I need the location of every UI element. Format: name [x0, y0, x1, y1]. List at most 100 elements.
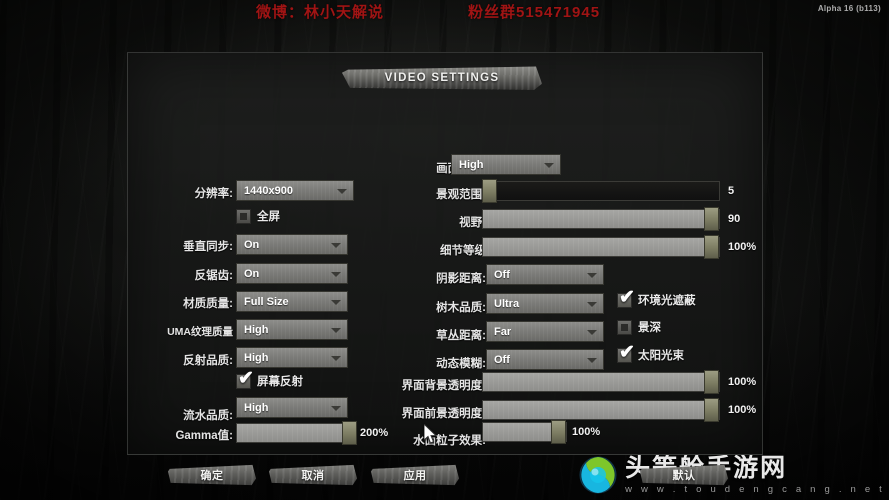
- cancel-button-label: 取消: [301, 470, 325, 482]
- chevron-down-icon: [587, 329, 597, 335]
- slider-view-distance-knob[interactable]: [482, 179, 497, 203]
- dropdown-tree-quality[interactable]: Ultra: [486, 293, 604, 314]
- qq-group-overlay-text: 粉丝群515471945: [468, 4, 601, 21]
- mouse-cursor-icon: [423, 422, 438, 445]
- dropdown-reflection-quality[interactable]: High: [236, 347, 348, 368]
- slider-water-particle-effect-value: 100%: [572, 426, 601, 438]
- chevron-down-icon: [331, 405, 341, 411]
- label-texture-quality: 材质质量:: [183, 298, 233, 310]
- label-ui-background-opacity: 界面背景透明度:: [401, 380, 486, 392]
- slider-view-distance-value: 5: [728, 185, 735, 197]
- slider-view-distance[interactable]: [482, 179, 720, 203]
- label-reflection-quality: 反射品质:: [183, 355, 233, 367]
- slider-water-particle-effect-knob[interactable]: [551, 420, 566, 444]
- check-icon: ✔: [238, 367, 254, 389]
- slider-ui-foreground-opacity-value: 100%: [728, 404, 757, 416]
- dropdown-uma-texture-quality[interactable]: High: [236, 319, 348, 340]
- dropdown-resolution-value: 1440x900: [244, 184, 293, 197]
- checkbox-screen-reflection[interactable]: ✔ 屏幕反射: [236, 369, 303, 389]
- checkbox-ambient-occlusion[interactable]: ✔ 环境光遮蔽: [617, 288, 696, 308]
- dropdown-tree-quality-value: Ultra: [494, 297, 520, 310]
- panel-title-plate: VIDEO SETTINGS: [342, 66, 542, 90]
- checkbox-screen-reflection-label: 屏幕反射: [257, 376, 303, 388]
- dropdown-uma-texture-quality-value: High: [244, 323, 269, 336]
- chevron-down-icon: [587, 272, 597, 278]
- dropdown-reflection-quality-value: High: [244, 351, 269, 364]
- slider-ui-background-opacity-value: 100%: [728, 376, 757, 388]
- label-gamma: Gamma值:: [175, 430, 233, 442]
- slider-field-of-view[interactable]: [482, 207, 720, 231]
- slider-ui-foreground-opacity-knob[interactable]: [704, 398, 719, 422]
- dropdown-shadow-distance-value: Off: [494, 268, 510, 281]
- checkbox-depth-of-field[interactable]: 景深: [617, 319, 661, 335]
- checkbox-fullscreen-box: [236, 208, 251, 224]
- dropdown-texture-quality[interactable]: Full Size: [236, 291, 348, 312]
- checkbox-depth-of-field-label: 景深: [638, 322, 661, 334]
- chevron-down-icon: [331, 327, 341, 333]
- check-icon: ✔: [619, 286, 635, 308]
- checkbox-screen-reflection-box: ✔: [236, 369, 254, 389]
- label-view-distance: 景观范围:: [436, 189, 486, 201]
- checkbox-ambient-occlusion-label: 环境光遮蔽: [638, 295, 696, 307]
- slider-field-of-view-knob[interactable]: [704, 207, 719, 231]
- label-antialiasing: 反锯齿:: [194, 270, 233, 282]
- dropdown-water-quality-value: High: [244, 401, 269, 414]
- checkbox-sun-shafts-box: ✔: [617, 343, 635, 363]
- chevron-down-icon: [331, 242, 341, 248]
- label-shadow-distance: 阴影距离:: [436, 273, 486, 285]
- slider-water-particle-effect[interactable]: [482, 420, 567, 444]
- chevron-down-icon: [544, 162, 554, 168]
- dropdown-resolution[interactable]: 1440x900: [236, 180, 354, 201]
- dropdown-overall-quality[interactable]: High: [451, 154, 561, 175]
- label-vsync: 垂直同步:: [183, 241, 233, 253]
- dropdown-grass-distance[interactable]: Far: [486, 321, 604, 342]
- label-motion-blur: 动态模糊:: [436, 358, 486, 370]
- game-version-label: Alpha 16 (b113): [817, 4, 881, 13]
- label-resolution: 分辨率:: [194, 188, 233, 200]
- slider-gamma[interactable]: [236, 421, 357, 445]
- slider-ui-background-opacity-knob[interactable]: [704, 370, 719, 394]
- slider-ui-background-opacity[interactable]: [482, 370, 720, 394]
- dropdown-shadow-distance[interactable]: Off: [486, 264, 604, 285]
- chevron-down-icon: [587, 301, 597, 307]
- dropdown-vsync-value: On: [244, 238, 260, 251]
- slider-lod-level-value: 100%: [728, 241, 757, 253]
- slider-ui-foreground-opacity[interactable]: [482, 398, 720, 422]
- checkbox-depth-of-field-box: [617, 319, 632, 335]
- slider-field-of-view-fill: [483, 210, 711, 228]
- chevron-down-icon: [331, 271, 341, 277]
- checkbox-sun-shafts[interactable]: ✔ 太阳光束: [617, 343, 684, 363]
- chevron-down-icon: [587, 357, 597, 363]
- label-field-of-view: 视野:: [459, 217, 486, 229]
- slider-water-particle-effect-fill: [483, 423, 558, 441]
- label-tree-quality: 树木品质:: [436, 302, 486, 314]
- check-icon: ✔: [619, 341, 635, 363]
- label-grass-distance: 草丛距离:: [436, 330, 486, 342]
- site-watermark: 头等舱手游网 w w w . t o u d e n g c a n g . n…: [577, 454, 885, 496]
- label-water-quality: 流水品质:: [183, 410, 233, 422]
- dropdown-motion-blur[interactable]: Off: [486, 349, 604, 370]
- label-lod-level: 细节等级: [440, 245, 486, 257]
- slider-gamma-knob[interactable]: [342, 421, 357, 445]
- slider-lod-level-knob[interactable]: [704, 235, 719, 259]
- dropdown-overall-quality-value: High: [459, 158, 484, 171]
- slider-lod-level[interactable]: [482, 235, 720, 259]
- watermark-globe-icon: [577, 454, 619, 496]
- dropdown-antialiasing[interactable]: On: [236, 263, 348, 284]
- checkbox-sun-shafts-label: 太阳光束: [638, 350, 684, 362]
- slider-ui-background-opacity-fill: [483, 373, 711, 391]
- slider-ui-foreground-opacity-fill: [483, 401, 711, 419]
- dropdown-texture-quality-value: Full Size: [244, 295, 289, 308]
- watermark-site-url: w w w . t o u d e n g c a n g . n e t: [625, 483, 885, 495]
- dropdown-water-quality[interactable]: High: [236, 397, 348, 418]
- dropdown-antialiasing-value: On: [244, 267, 260, 280]
- dropdown-motion-blur-value: Off: [494, 353, 510, 366]
- checkbox-ambient-occlusion-box: ✔: [617, 288, 635, 308]
- dropdown-vsync[interactable]: On: [236, 234, 348, 255]
- checkbox-fullscreen[interactable]: 全屏: [236, 208, 280, 224]
- chevron-down-icon: [337, 188, 347, 194]
- slider-view-distance-track: [482, 181, 720, 201]
- dropdown-grass-distance-value: Far: [494, 325, 512, 338]
- apply-button-label: 应用: [403, 470, 427, 482]
- default-button-label: 默认: [672, 470, 696, 482]
